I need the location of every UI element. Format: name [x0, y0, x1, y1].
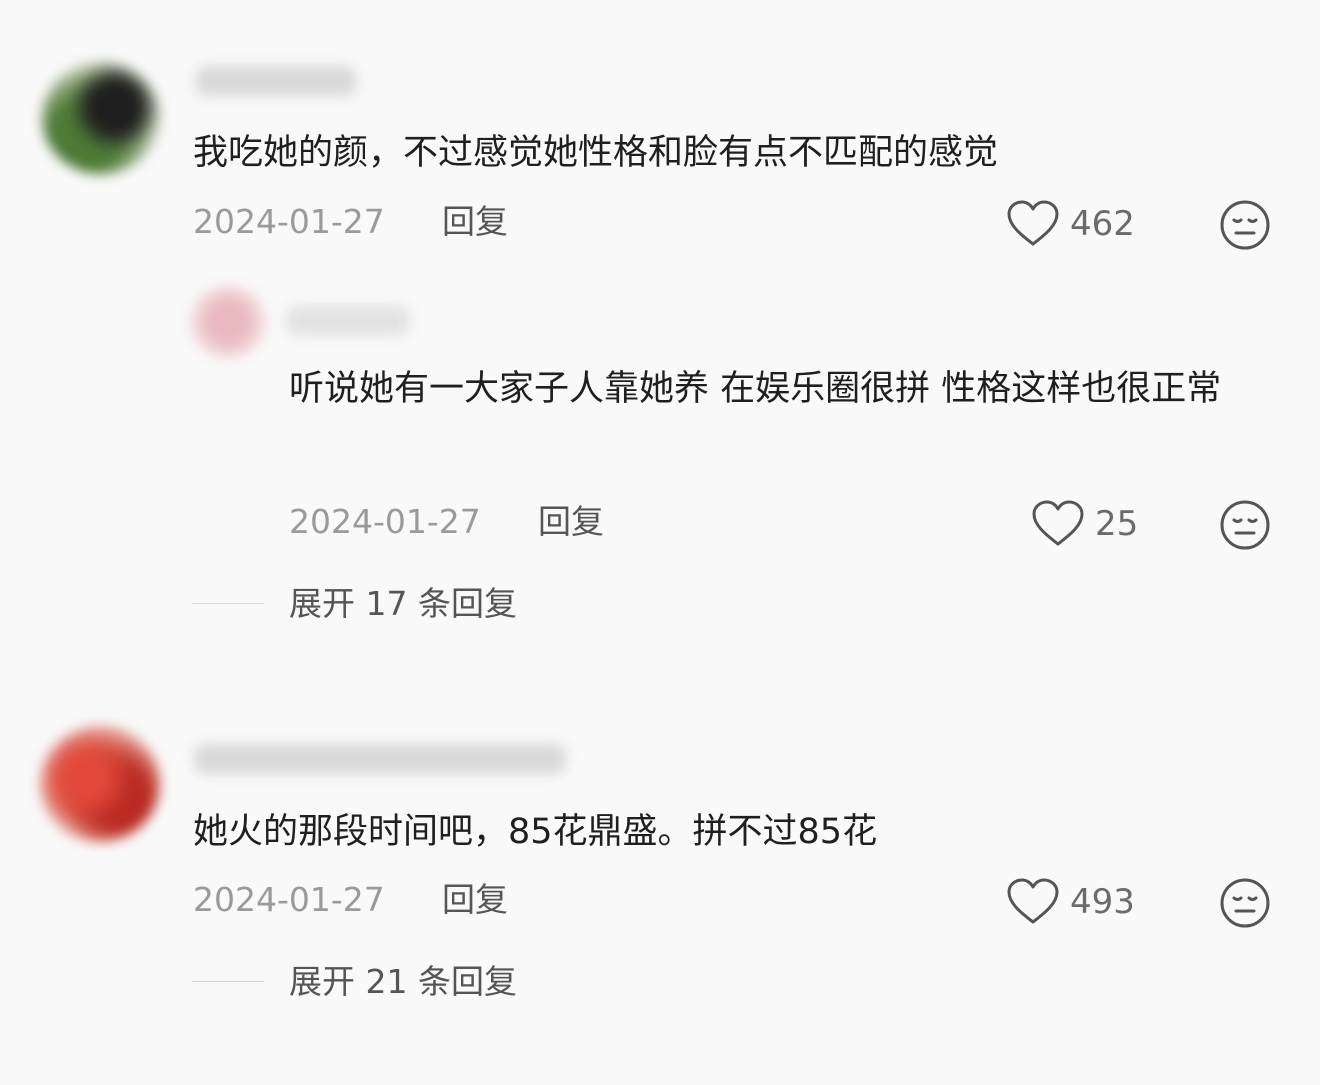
replier-name-blurred[interactable] — [286, 306, 410, 336]
reply-button[interactable]: 回复 — [442, 202, 508, 242]
comment-text: 我吃她的颜，不过感觉她性格和脸有点不匹配的感觉 — [193, 133, 999, 173]
like-button[interactable]: 25 — [1031, 499, 1138, 549]
expand-replies-button[interactable]: 展开 21 条回复 — [289, 962, 517, 1002]
commenter-name-blurred[interactable] — [196, 66, 356, 96]
react-button[interactable] — [1219, 877, 1271, 929]
reply-text: 听说她有一大家子人靠她养 在娱乐圈很拼 性格这样也很正常 — [289, 369, 1222, 409]
neutral-face-icon — [1220, 200, 1270, 250]
neutral-face-icon — [1220, 500, 1270, 550]
reply-button[interactable]: 回复 — [442, 880, 508, 920]
commenter-name-blurred[interactable] — [194, 744, 566, 774]
expand-replies-button[interactable]: 展开 17 条回复 — [289, 584, 517, 624]
commenter-avatar[interactable] — [40, 726, 160, 842]
comment-text: 她火的那段时间吧，85花鼎盛。拼不过85花 — [193, 812, 878, 852]
react-button[interactable] — [1219, 199, 1271, 251]
reply-button[interactable]: 回复 — [538, 502, 604, 542]
commenter-avatar[interactable] — [42, 62, 160, 174]
heart-outline-icon — [1007, 200, 1059, 246]
replier-avatar[interactable] — [190, 286, 266, 358]
like-count: 462 — [1070, 204, 1135, 244]
like-count: 493 — [1070, 882, 1135, 922]
neutral-face-icon — [1220, 878, 1270, 928]
heart-outline-icon — [1032, 500, 1084, 546]
heart-outline-icon — [1007, 878, 1059, 924]
react-button[interactable] — [1219, 499, 1271, 551]
comment-date: 2024-01-27 — [193, 880, 385, 919]
reply-date: 2024-01-27 — [289, 502, 481, 541]
like-count: 25 — [1095, 504, 1139, 544]
comment-date: 2024-01-27 — [193, 202, 385, 241]
expand-divider — [192, 603, 264, 604]
like-button[interactable]: 462 — [1006, 199, 1135, 249]
expand-divider — [192, 981, 264, 982]
like-button[interactable]: 493 — [1006, 877, 1135, 927]
